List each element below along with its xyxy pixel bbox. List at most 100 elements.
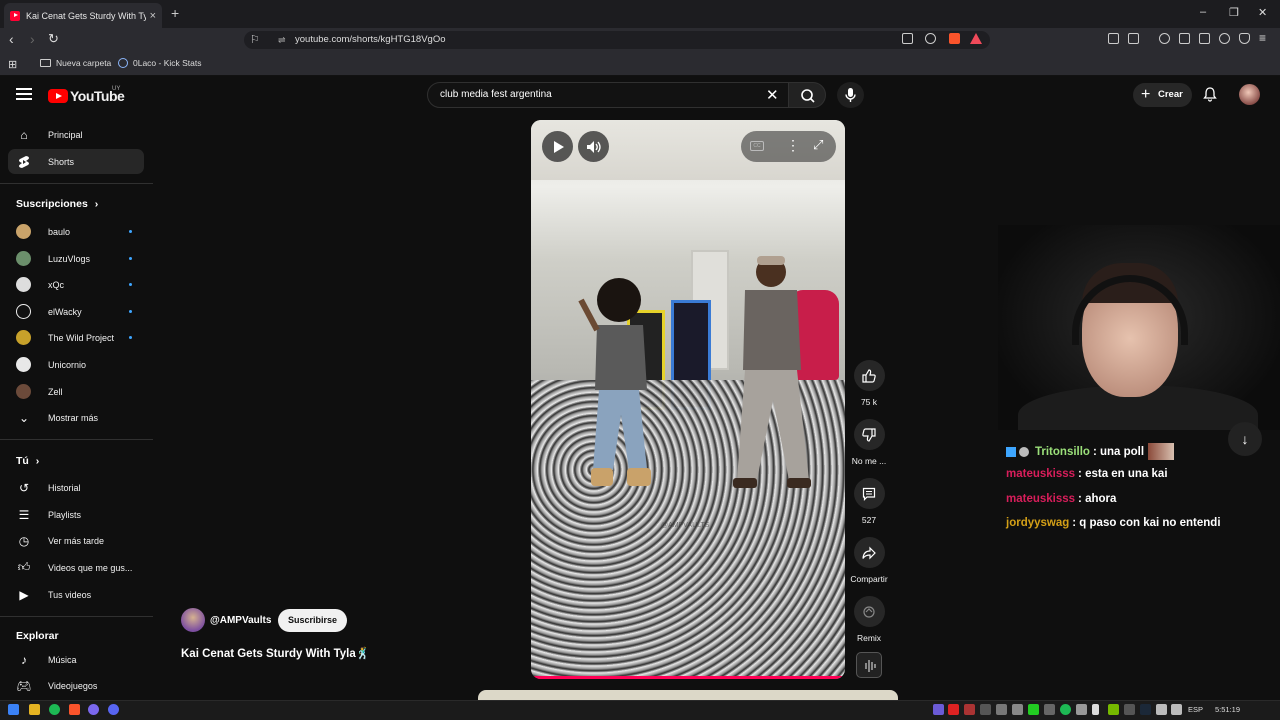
search-button[interactable] — [788, 82, 826, 108]
scroll-down-arrow-icon[interactable]: ↓ — [1228, 422, 1262, 456]
share-page-icon[interactable] — [925, 33, 936, 44]
install-icon[interactable] — [902, 33, 913, 44]
original-sound-button[interactable] — [856, 652, 882, 678]
remix-action[interactable]: Remix — [849, 596, 889, 643]
subscriptions-heading[interactable]: Suscripciones › — [16, 198, 98, 210]
create-button[interactable]: + Crear — [1133, 83, 1192, 107]
apps-grid-icon[interactable]: ⊞ — [8, 58, 17, 71]
channel-avatar[interactable] — [181, 608, 205, 632]
comments-action[interactable]: 527 — [849, 478, 889, 525]
reload-icon[interactable]: ↻ — [48, 31, 59, 47]
short-video-player[interactable]: @AMPVAULTS CC ⋮ ⤢ — [531, 120, 845, 679]
remix-button[interactable] — [853, 596, 885, 627]
subscribe-button[interactable]: Suscribirse — [278, 609, 347, 632]
sidebar-show-more[interactable]: ⌄ Mostrar más — [8, 405, 144, 430]
discord-icon[interactable] — [108, 704, 119, 715]
volume-button[interactable] — [578, 131, 609, 162]
spotify-icon[interactable] — [49, 704, 60, 715]
bookmark-nueva-carpeta[interactable]: Nueva carpeta — [40, 58, 111, 68]
tray-steam-icon[interactable] — [1140, 704, 1151, 715]
sidebar-item-zell[interactable]: Zell — [8, 379, 144, 404]
tray-app-icon[interactable] — [933, 704, 944, 715]
tray-app-icon[interactable] — [964, 704, 975, 715]
sidebar-item-musica[interactable]: ♪ Música — [8, 647, 144, 672]
hamburger-menu-icon[interactable] — [16, 88, 32, 100]
tray-app-icon[interactable] — [1124, 704, 1135, 715]
back-arrow-icon[interactable]: ‹ — [9, 31, 14, 47]
like-action[interactable]: 75 k — [849, 360, 889, 407]
share-action[interactable]: Compartir — [845, 537, 893, 584]
leo-ai-icon[interactable] — [1219, 33, 1230, 44]
sidebar-item-luzuvlogs[interactable]: LuzuVlogs — [8, 246, 144, 271]
tray-app-icon[interactable] — [1012, 704, 1023, 715]
vpn-shield-icon[interactable] — [1239, 33, 1250, 44]
share-button[interactable] — [853, 537, 885, 568]
voice-search-button[interactable] — [837, 82, 864, 108]
comments-button[interactable] — [853, 478, 885, 509]
channel-name[interactable]: @AMPVaults — [210, 615, 271, 626]
windows-start-icon[interactable] — [8, 704, 19, 715]
sidebar-item-unicornio[interactable]: Unicornio — [8, 352, 144, 377]
tray-app-icon[interactable] — [996, 704, 1007, 715]
bookmark-icon[interactable]: ⚐ — [250, 31, 260, 49]
restore-button[interactable]: ❐ — [1229, 6, 1239, 19]
dislike-button[interactable] — [853, 419, 885, 450]
notifications-bell-icon[interactable] — [1203, 87, 1217, 102]
sidebar-item-playlists[interactable]: ☰ Playlists — [8, 502, 144, 527]
brave-browser-icon[interactable] — [69, 704, 80, 715]
closed-captions-icon[interactable]: CC — [750, 141, 764, 151]
play-button[interactable] — [542, 131, 573, 162]
sidebar-item-ver-mas-tarde[interactable]: ◷ Ver más tarde — [8, 528, 144, 553]
brave-shields-icon[interactable] — [949, 33, 960, 44]
video-progress-bar[interactable] — [531, 676, 845, 679]
sidebar-toggle-icon[interactable] — [1179, 33, 1190, 44]
sidebar-item-xqc[interactable]: xQc — [8, 272, 144, 297]
tray-app-icon[interactable] — [1092, 704, 1099, 715]
close-window-button[interactable]: ✕ — [1258, 6, 1267, 19]
reader-mode-icon[interactable] — [1128, 33, 1139, 44]
sidebar-item-videojuegos[interactable]: 🎮︎ Videojuegos — [8, 673, 144, 698]
wallet-icon[interactable] — [1199, 33, 1210, 44]
minimize-button[interactable]: – — [1200, 6, 1206, 18]
browser-menu-icon[interactable]: ≡ — [1259, 31, 1266, 45]
sidebar-item-liked-videos[interactable]: 👍︎ Videos que me gus... — [8, 555, 144, 580]
file-explorer-icon[interactable] — [29, 704, 40, 715]
site-info-icon[interactable]: ⇌ — [278, 31, 286, 49]
sidebar-item-the-wild-project[interactable]: The Wild Project — [8, 325, 144, 350]
more-options-icon[interactable]: ⋮ — [786, 137, 800, 154]
fullscreen-icon[interactable]: ⤢ — [813, 137, 823, 153]
tray-app-icon[interactable] — [980, 704, 991, 715]
url-field[interactable]: ⚐ ⇌ youtube.com/shorts/kgHTG18VgOo — [244, 31, 990, 49]
sidebar-item-principal[interactable]: ⌂ Principal — [8, 122, 144, 147]
bookmark-kick-stats[interactable]: 0Laco - Kick Stats — [118, 58, 202, 68]
app-icon[interactable] — [88, 704, 99, 715]
sidebar-item-elwacky[interactable]: elWacky — [8, 299, 144, 324]
dislike-action[interactable]: No me ... — [849, 419, 889, 466]
tray-volume-icon[interactable] — [1171, 704, 1182, 715]
tray-spotify-icon[interactable] — [1060, 704, 1071, 715]
tray-clock[interactable]: 5:51:19 — [1215, 705, 1240, 714]
tray-app-icon[interactable] — [1044, 704, 1055, 715]
new-tab-button[interactable]: + — [171, 5, 179, 21]
tray-app-icon[interactable] — [1028, 704, 1039, 715]
sidebar-item-historial[interactable]: ↺ Historial — [8, 475, 144, 500]
browser-tab[interactable]: Kai Cenat Gets Sturdy With Tyla × — [4, 3, 162, 28]
media-icon[interactable] — [1159, 33, 1170, 44]
sidebar-item-baulo[interactable]: baulo — [8, 219, 144, 244]
extensions-icon[interactable] — [1108, 33, 1119, 44]
you-heading[interactable]: Tú › — [16, 455, 39, 467]
forward-arrow-icon[interactable]: › — [30, 31, 35, 47]
search-input[interactable]: club media fest argentina — [427, 82, 790, 108]
tab-close-icon[interactable]: × — [150, 10, 156, 22]
tray-app-icon[interactable] — [1076, 704, 1087, 715]
tray-network-icon[interactable] — [1156, 704, 1167, 715]
clear-search-icon[interactable]: ✕ — [766, 86, 779, 104]
tray-nvidia-icon[interactable] — [1108, 704, 1119, 715]
like-button[interactable] — [853, 360, 885, 391]
brave-rewards-icon[interactable] — [970, 33, 982, 44]
tray-language[interactable]: ESP — [1188, 705, 1203, 714]
sidebar-item-shorts[interactable]: Shorts — [8, 149, 144, 174]
youtube-logo[interactable]: YouTube UY — [48, 86, 125, 104]
sidebar-item-tus-videos[interactable]: ▶ Tus videos — [8, 582, 144, 607]
tray-app-icon[interactable] — [948, 704, 959, 715]
